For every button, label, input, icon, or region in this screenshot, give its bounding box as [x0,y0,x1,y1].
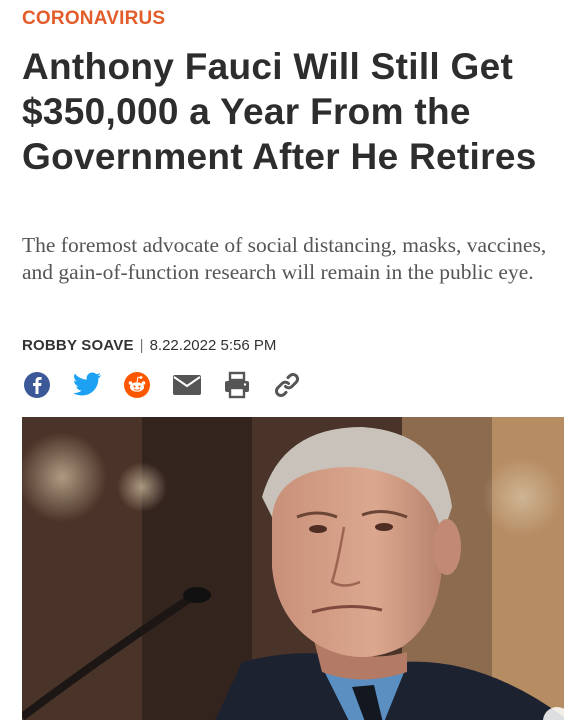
article-dek: The foremost advocate of social distanci… [22,233,547,284]
facebook-icon[interactable] [22,370,52,400]
reddit-icon[interactable] [122,370,152,400]
author-name[interactable]: ROBBY SOAVE [22,337,134,354]
print-icon[interactable] [222,370,252,400]
article-headline: Anthony Fauci Will Still Get $350,000 a … [22,46,537,177]
category-label[interactable]: CORONAVIRUS [22,8,165,30]
byline-separator: | [139,337,144,354]
link-icon[interactable] [272,370,302,400]
publish-date: 8.22.2022 5:56 PM [149,337,277,354]
share-bar [22,368,322,402]
article-photo [22,417,564,720]
email-icon[interactable] [172,370,202,400]
byline: ROBBY SOAVE | 8.22.2022 5:56 PM [22,337,276,354]
twitter-icon[interactable] [72,370,102,400]
